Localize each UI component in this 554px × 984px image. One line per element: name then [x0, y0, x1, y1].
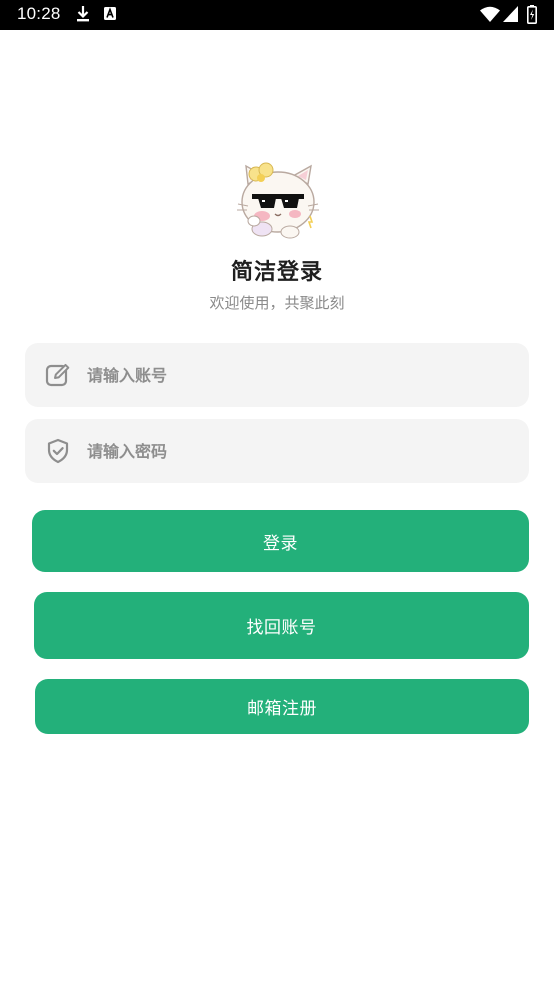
- login-screen: 10:28 简洁登录 欢迎使用，共聚此刻 请输入账号 登录 找回账号 邮箱注册: [0, 0, 554, 984]
- app-title: 简洁登录: [230, 260, 323, 285]
- email-register-button-label: 邮箱注册: [247, 699, 317, 719]
- battery-icon: [527, 5, 537, 24]
- a-text-icon: [104, 7, 116, 20]
- cat-sunglasses-icon: [237, 162, 319, 239]
- password-field[interactable]: [25, 419, 529, 483]
- app-subtitle: 欢迎使用，共聚此刻: [209, 294, 345, 312]
- edit-icon: [45, 363, 70, 387]
- password-input[interactable]: [87, 419, 507, 483]
- recover-account-button-label: 找回账号: [246, 618, 317, 638]
- account-input[interactable]: [87, 343, 507, 407]
- login-button[interactable]: 登录: [32, 510, 529, 572]
- login-button-label: 登录: [263, 533, 298, 554]
- shield-check-icon: [47, 438, 69, 464]
- status-time: 10:28: [17, 4, 61, 23]
- account-field[interactable]: [25, 343, 529, 407]
- signal-icon: [503, 6, 518, 22]
- email-register-button[interactable]: 邮箱注册: [35, 679, 529, 734]
- recover-account-button[interactable]: 找回账号: [34, 592, 529, 659]
- wifi-icon: [480, 6, 500, 22]
- download-icon: [77, 6, 89, 22]
- status-bar: 10:28: [0, 0, 554, 30]
